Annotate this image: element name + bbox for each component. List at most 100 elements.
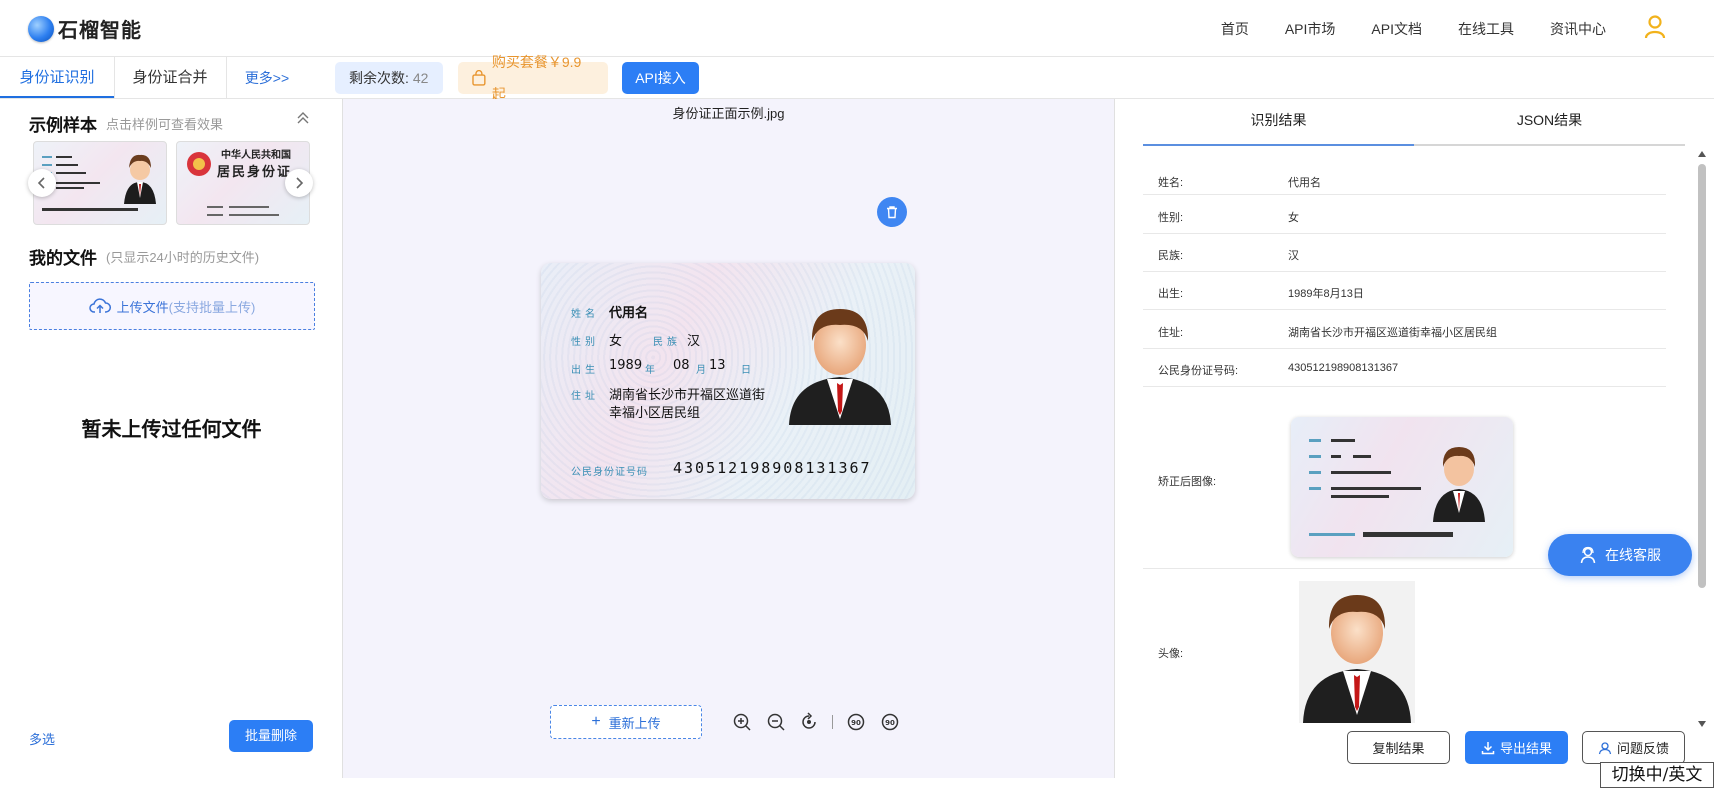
upload-file-dropzone[interactable]: 上传文件 (支持批量上传) [29, 282, 315, 330]
shopping-bag-icon [472, 70, 486, 86]
sample-prev-button[interactable] [28, 169, 56, 197]
tab-json-result[interactable]: JSON结果 [1414, 99, 1685, 146]
plus-icon: + [591, 713, 601, 730]
chevron-left-icon [37, 177, 45, 189]
upload-label: 上传文件 [116, 299, 169, 315]
svg-text:90: 90 [885, 719, 895, 727]
card-gender: 女 [609, 334, 623, 349]
app-root: 石榴智能 首页 API市场 API文档 在线工具 资讯中心 身份证识别 身份证合… [0, 0, 1714, 788]
feedback-user-icon [1598, 741, 1612, 754]
card-birth-year-unit: 年 [645, 365, 659, 376]
bulk-delete-button[interactable]: 批量删除 [229, 720, 313, 752]
logo-icon [28, 15, 54, 42]
svg-text:90: 90 [851, 719, 861, 727]
upload-sublabel: (支持批量上传) [168, 299, 256, 315]
remaining-count-badge: 剩余次数: 42 [335, 62, 443, 94]
zoom-out-icon[interactable] [766, 712, 786, 732]
feedback-label: 问题反馈 [1616, 741, 1669, 756]
nav-home[interactable]: 首页 [1221, 19, 1249, 39]
sample-next-button[interactable] [285, 169, 313, 197]
chevron-right-icon [296, 177, 304, 189]
feedback-button[interactable]: 问题反馈 [1582, 731, 1685, 764]
sample2-line2: 居民身份证 [217, 164, 292, 180]
card-birth-day: 13 [709, 358, 726, 373]
result-value: 女 [1288, 212, 1299, 224]
main-nav: 首页 API市场 API文档 在线工具 资讯中心 [1185, 15, 1666, 41]
nav-news[interactable]: 资讯中心 [1550, 19, 1606, 39]
result-label: 公民身份证号码: [1158, 365, 1239, 377]
result-value: 湖南省长沙市开福区巡道街幸福小区居民组 [1288, 327, 1497, 339]
logo-text: 石榴智能 [58, 20, 142, 42]
delete-image-button[interactable] [877, 197, 907, 227]
ime-indicator: 切换中/英文 [1600, 762, 1714, 788]
export-result-label: 导出结果 [1499, 741, 1552, 756]
results-scrollbar[interactable] [1696, 149, 1708, 729]
online-service-label: 在线客服 [1605, 547, 1661, 563]
result-label: 出生: [1158, 288, 1184, 300]
avatar-label: 头像: [1158, 648, 1184, 660]
corrected-image [1291, 417, 1513, 557]
user-icon[interactable] [1644, 15, 1666, 39]
card-birth-day-unit: 日 [741, 365, 755, 376]
result-label: 性别: [1158, 212, 1184, 224]
reupload-button[interactable]: + 重新上传 [550, 705, 702, 739]
tab-id-merge[interactable]: 身份证合并 [114, 57, 226, 98]
card-ethnicity: 汉 [687, 334, 701, 349]
headset-icon [1580, 546, 1596, 564]
zoom-in-icon[interactable] [732, 712, 752, 732]
result-value: 1989年8月13日 [1288, 288, 1364, 300]
reset-view-icon[interactable] [799, 712, 819, 732]
samples-hint: 点击样例可查看效果 [106, 117, 224, 132]
tab-more[interactable]: 更多>> [226, 57, 308, 98]
tab-id-recognition[interactable]: 身份证识别 [0, 57, 114, 98]
card-address-line2: 幸福小区居民组 [609, 406, 701, 421]
collapse-icon[interactable] [296, 111, 310, 125]
card-id-number: 430512198908131367 [673, 459, 872, 477]
my-files-title: 我的文件 [29, 249, 97, 268]
top-header: 石榴智能 首页 API市场 API文档 在线工具 资讯中心 [0, 0, 1714, 57]
empty-files-message: 暂未上传过任何文件 [81, 419, 262, 441]
sample2-line1: 中华人民共和国 [221, 148, 291, 161]
tab-recognition-result[interactable]: 识别结果 [1143, 99, 1414, 146]
preview-toolbar: + 重新上传 90 90 [343, 668, 1114, 778]
cloud-upload-icon [88, 298, 111, 313]
logo[interactable]: 石榴智能 [28, 14, 142, 43]
remaining-label: 剩余次数: [349, 70, 409, 86]
buy-package-button[interactable]: 购买套餐￥9.9起 [458, 54, 608, 102]
left-panel: 示例样本 点击样例可查看效果 中华人民共和国 居民身份证 我的文件 (只显示24… [0, 99, 343, 778]
copy-result-button[interactable]: 复制结果 [1347, 731, 1450, 764]
download-icon [1481, 741, 1495, 754]
results-panel: 识别结果 JSON结果 姓名: 代用名 性别: 女 民族: 汉 出生: 1989… [1114, 99, 1714, 778]
portrait-image [789, 309, 891, 425]
card-name: 代用名 [609, 306, 649, 321]
card-birth-label: 出生 [571, 365, 599, 376]
card-address-label: 住址 [571, 391, 599, 402]
corrected-id-thumbnail [1309, 439, 1485, 537]
my-files-hint: (只显示24小时的历史文件) [106, 250, 260, 265]
result-label: 住址: [1158, 327, 1184, 339]
avatar-image [1303, 595, 1411, 723]
online-service-button[interactable]: 在线客服 [1548, 534, 1692, 576]
card-name-label: 姓名 [571, 309, 599, 320]
result-row-gender: 性别: 女 [1143, 195, 1666, 234]
preview-panel: 身份证正面示例.jpg 姓名 代用名 性别 女 民族 汉 出生 1989 年 0… [343, 99, 1114, 778]
result-row-name: 姓名: 代用名 [1143, 163, 1666, 195]
api-access-button[interactable]: API接入 [622, 62, 699, 94]
card-address-line1: 湖南省长沙市开福区巡道街 [609, 388, 766, 403]
result-row-ethnicity: 民族: 汉 [1143, 234, 1666, 272]
nav-api-market[interactable]: API市场 [1285, 19, 1336, 39]
sub-toolbar: 身份证识别 身份证合并 更多>> 剩余次数: 42 购买套餐￥9.9起 API接入 [0, 54, 1714, 102]
export-result-button[interactable]: 导出结果 [1465, 731, 1568, 764]
nav-api-docs[interactable]: API文档 [1371, 19, 1422, 39]
reupload-label: 重新上传 [608, 715, 661, 731]
card-birth-year: 1989 [609, 358, 643, 373]
rotate-right-icon[interactable]: 90 [880, 712, 900, 732]
nav-online-tools[interactable]: 在线工具 [1458, 19, 1514, 39]
result-value: 430512198908131367 [1288, 362, 1399, 374]
result-row-id-number: 公民身份证号码: 430512198908131367 [1143, 349, 1666, 387]
result-value: 汉 [1288, 250, 1299, 262]
multi-select-link[interactable]: 多选 [29, 729, 55, 748]
result-label: 民族: [1158, 250, 1184, 262]
rotate-left-icon[interactable]: 90 [846, 712, 866, 732]
result-row-birth: 出生: 1989年8月13日 [1143, 272, 1666, 310]
